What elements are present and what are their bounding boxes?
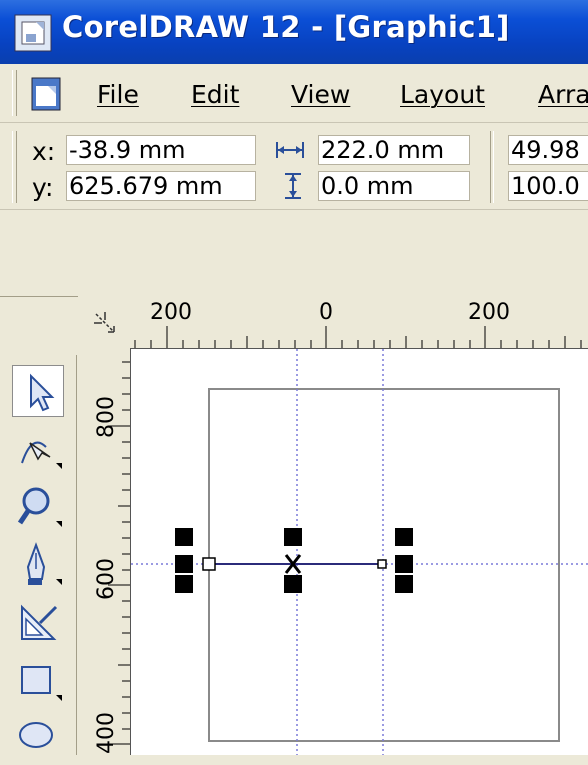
menubar-grip[interactable]	[12, 70, 17, 116]
ruler-label: 0	[319, 300, 333, 325]
selection-handle	[284, 575, 302, 593]
menu-view[interactable]: View	[291, 80, 350, 109]
height-arrows-icon	[285, 173, 301, 199]
horizontal-ruler[interactable]: 200 0 200	[130, 296, 588, 349]
coreldraw-app-icon[interactable]	[14, 14, 52, 52]
line-node	[377, 559, 387, 569]
scale-x-field[interactable]: 49.98	[508, 135, 588, 165]
selection-handle	[395, 575, 413, 593]
ellipse-icon	[19, 722, 53, 748]
ruler-label: 600	[94, 558, 119, 600]
x-position-field[interactable]: -38.9 mm	[66, 135, 256, 165]
line-node	[202, 557, 216, 571]
menu-layout[interactable]: Layout	[400, 80, 485, 109]
selection-handle	[175, 575, 193, 593]
smart-fill-tool[interactable]	[12, 597, 64, 649]
pick-arrow-icon	[30, 373, 55, 412]
ruler-origin-corner[interactable]	[78, 296, 130, 348]
selection-handle	[284, 528, 302, 546]
ruler-label: 200	[150, 300, 192, 325]
freehand-tool[interactable]	[12, 539, 64, 591]
window-title: CorelDRAW 12 - [Graphic1]	[62, 10, 510, 44]
property-separator	[490, 131, 494, 203]
x-label: x:	[32, 137, 56, 166]
width-arrows-icon	[276, 142, 304, 158]
vertical-ruler[interactable]: 800 600 400	[78, 348, 131, 755]
propbar-grip[interactable]	[12, 131, 17, 203]
menu-file[interactable]: File	[97, 80, 139, 109]
toolbar-area	[0, 210, 588, 297]
canvas-overlay	[131, 349, 588, 755]
rectangle-icon	[21, 666, 62, 701]
ruler-label: 400	[94, 712, 119, 754]
horizontal-ruler-ticks	[134, 326, 582, 348]
selection-handle	[395, 555, 413, 573]
menu-bar: File Edit View Layout Arra	[0, 64, 588, 123]
selection-handle	[175, 555, 193, 573]
menu-edit[interactable]: Edit	[191, 80, 239, 109]
selection-handle	[175, 528, 193, 546]
ruler-label: 200	[468, 300, 510, 325]
ellipse-tool[interactable]	[12, 713, 64, 765]
pen-nib-icon	[26, 542, 62, 585]
title-bar: CorelDRAW 12 - [Graphic1]	[0, 0, 588, 64]
shape-tool[interactable]	[12, 423, 64, 475]
toolbox	[0, 355, 77, 755]
shape-tool-icon	[21, 441, 62, 469]
ruler-origin-icon	[94, 312, 115, 333]
menu-arrange[interactable]: Arra	[538, 80, 588, 109]
height-field[interactable]: 0.0 mm	[318, 171, 470, 201]
scale-y-field[interactable]: 100.0	[508, 171, 588, 201]
width-field[interactable]: 222.0 mm	[318, 135, 470, 165]
y-position-field[interactable]: 625.679 mm	[66, 171, 256, 201]
y-label: y:	[32, 173, 54, 202]
property-bar: x: -38.9 mm y: 625.679 mm 222.0 mm 0.0 m…	[0, 123, 588, 210]
ruler-label: 800	[94, 396, 119, 438]
magnifier-icon	[17, 487, 62, 527]
smart-drawing-icon	[21, 604, 58, 640]
zoom-tool[interactable]	[12, 481, 64, 533]
document-icon[interactable]	[30, 76, 64, 112]
pick-tool[interactable]	[12, 365, 64, 417]
rectangle-tool[interactable]	[12, 655, 64, 707]
selection-handle	[395, 528, 413, 546]
